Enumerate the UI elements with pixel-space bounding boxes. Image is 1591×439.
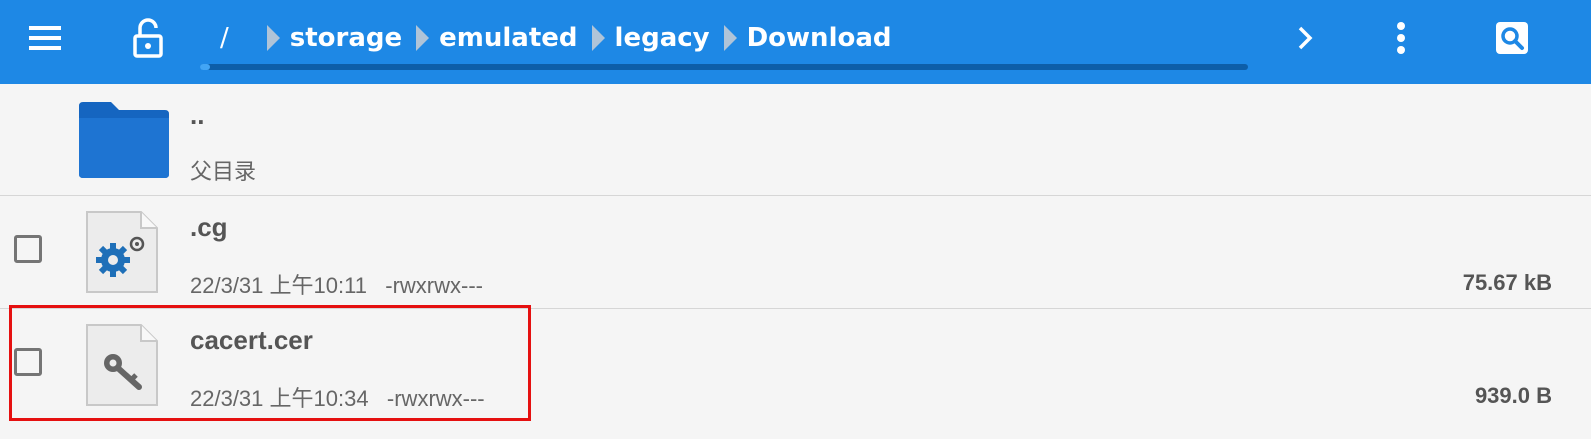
more-vert-icon[interactable]: [1386, 18, 1416, 58]
file-meta: 22/3/31 上午10:11 -rwxrwx---: [190, 273, 484, 298]
breadcrumb-item-download[interactable]: Download: [747, 23, 892, 53]
file-name: .cg: [190, 212, 228, 242]
list-item-parent-directory[interactable]: .. 父目录: [0, 84, 1591, 196]
app-toolbar: / storage emulated legacy Download: [0, 0, 1591, 84]
file-size: 939.0 B: [1474, 383, 1552, 408]
chevron-right-icon[interactable]: [1290, 22, 1320, 54]
breadcrumb-separator-icon: [416, 25, 430, 51]
breadcrumb-separator-icon: [723, 25, 737, 51]
search-icon[interactable]: [1494, 20, 1530, 56]
scroll-indicator-thumb: [200, 64, 210, 70]
file-checkbox[interactable]: [14, 348, 42, 376]
breadcrumb-root[interactable]: /: [220, 23, 229, 53]
certificate-key-file-icon: [85, 323, 159, 407]
file-name: cacert.cer: [190, 325, 313, 355]
folder-icon: [75, 100, 173, 180]
list-item-file[interactable]: cacert.cer 22/3/31 上午10:34 -rwxrwx--- 93…: [0, 309, 1591, 421]
file-size: 75.67 kB: [1462, 270, 1552, 295]
hamburger-menu-icon[interactable]: [24, 20, 66, 56]
file-name: ..: [190, 100, 205, 130]
file-meta: 22/3/31 上午10:34 -rwxrwx---: [190, 386, 485, 411]
file-checkbox[interactable]: [14, 235, 42, 263]
breadcrumb: / storage emulated legacy Download: [200, 18, 892, 58]
breadcrumb-scroll-indicator: [200, 64, 1248, 70]
list-item-file[interactable]: .cg 22/3/31 上午10:11 -rwxrwx--- 75.67 kB: [0, 196, 1591, 309]
breadcrumb-item-legacy[interactable]: legacy: [615, 23, 710, 53]
settings-file-icon: [85, 210, 159, 294]
breadcrumb-item-storage[interactable]: storage: [290, 23, 402, 53]
breadcrumb-item-emulated[interactable]: emulated: [439, 23, 577, 53]
file-meta: 父目录: [190, 159, 257, 184]
breadcrumb-separator-icon: [591, 25, 605, 51]
unlocked-padlock-icon[interactable]: [128, 16, 168, 60]
breadcrumb-separator-icon: [266, 25, 280, 51]
